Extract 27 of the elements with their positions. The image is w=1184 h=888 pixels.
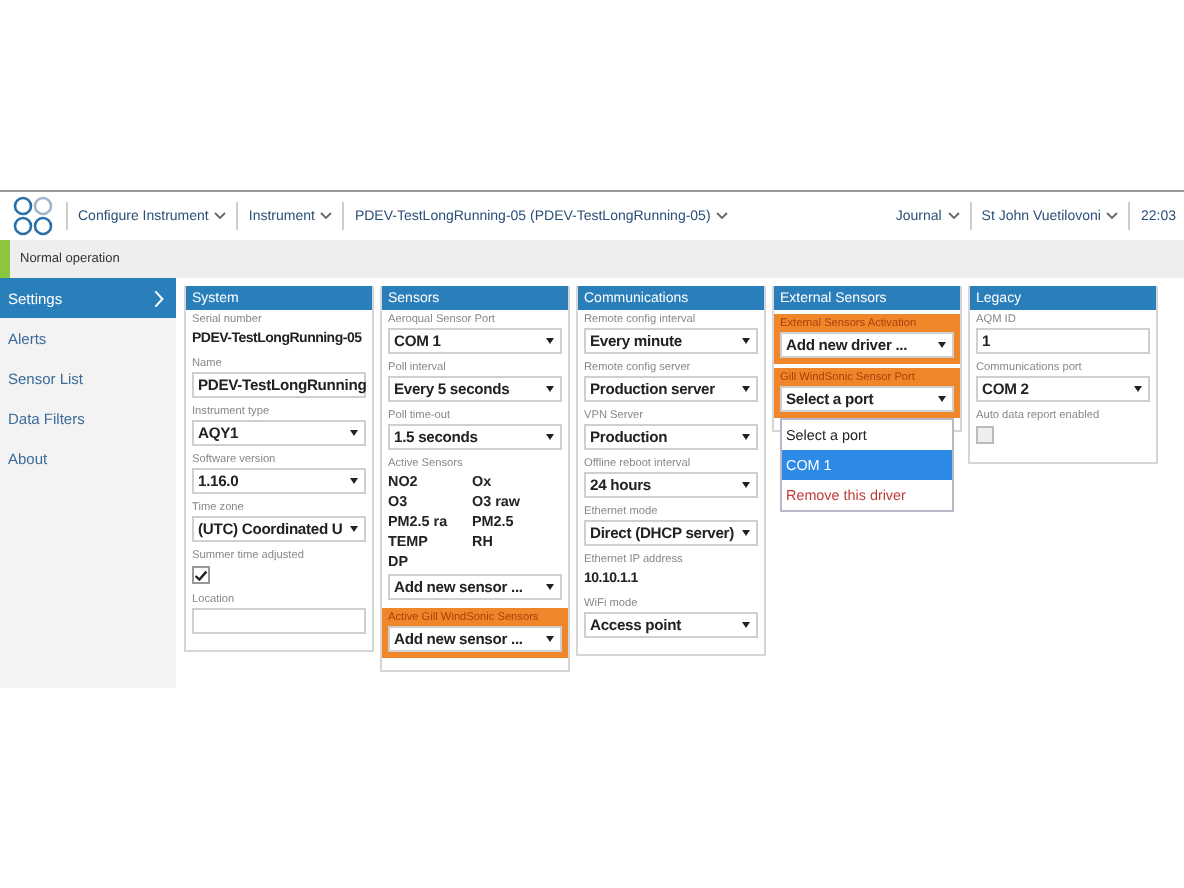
caret-icon: [742, 622, 750, 628]
checkbox[interactable]: [976, 426, 994, 444]
caret-icon: [742, 386, 750, 392]
caret-icon: [546, 338, 554, 344]
caret-icon: [742, 338, 750, 344]
caret-icon: [546, 386, 554, 392]
caret-icon: [546, 434, 554, 440]
caret-icon: [938, 396, 946, 402]
caret-icon: [546, 584, 554, 590]
chevron-down-icon: [320, 212, 333, 220]
caret-icon: [938, 342, 946, 348]
chevron-down-icon: [214, 212, 227, 220]
caret-icon: [742, 530, 750, 536]
chevron-down-icon: [947, 212, 960, 220]
checkbox[interactable]: [192, 566, 210, 584]
caret-icon: [350, 430, 358, 436]
chevron-down-icon: [716, 212, 729, 220]
caret-icon: [546, 636, 554, 642]
logo-icon[interactable]: [12, 196, 56, 236]
caret-icon: [742, 482, 750, 488]
caret-icon: [742, 434, 750, 440]
chevron-right-icon: [154, 289, 164, 307]
chevron-down-icon: [1106, 212, 1119, 220]
caret-icon: [350, 478, 358, 484]
input-field[interactable]: [192, 608, 366, 634]
caret-icon: [350, 526, 358, 532]
caret-icon: [1134, 386, 1142, 392]
